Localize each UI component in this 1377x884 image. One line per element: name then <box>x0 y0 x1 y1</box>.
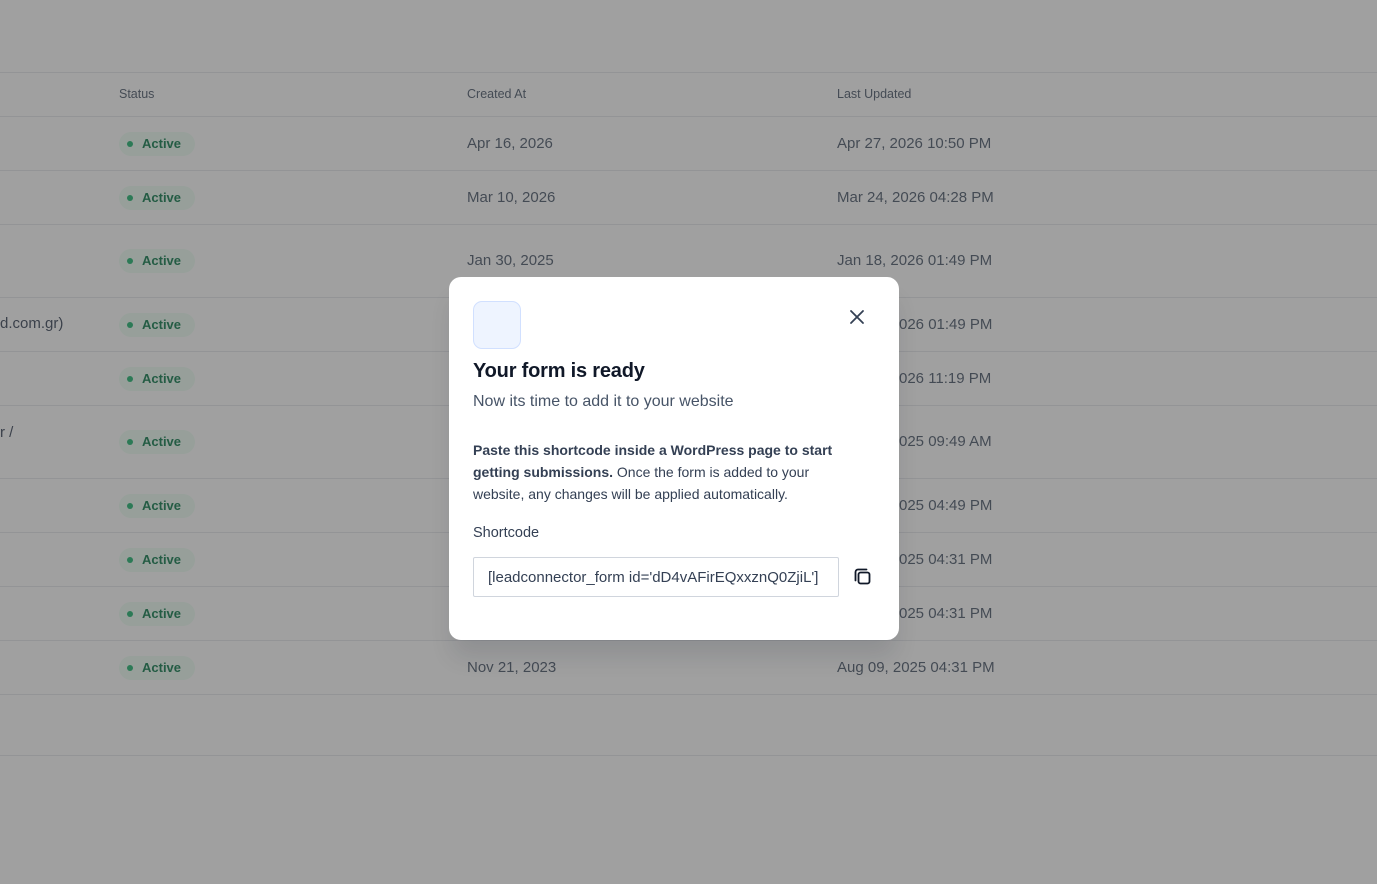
dialog-description: Paste this shortcode inside a WordPress … <box>473 439 853 505</box>
shortcode-input[interactable] <box>473 557 839 597</box>
shortcode-label: Shortcode <box>473 525 540 541</box>
dialog-subtitle: Now its time to add it to your website <box>473 393 734 410</box>
form-icon <box>473 301 521 349</box>
form-ready-dialog: Your form is ready Now its time to add i… <box>449 277 899 640</box>
close-button[interactable] <box>845 305 869 329</box>
copy-icon <box>854 568 871 585</box>
copy-shortcode-button[interactable] <box>851 565 875 589</box>
dialog-title: Your form is ready <box>473 360 645 382</box>
close-icon <box>850 310 864 324</box>
